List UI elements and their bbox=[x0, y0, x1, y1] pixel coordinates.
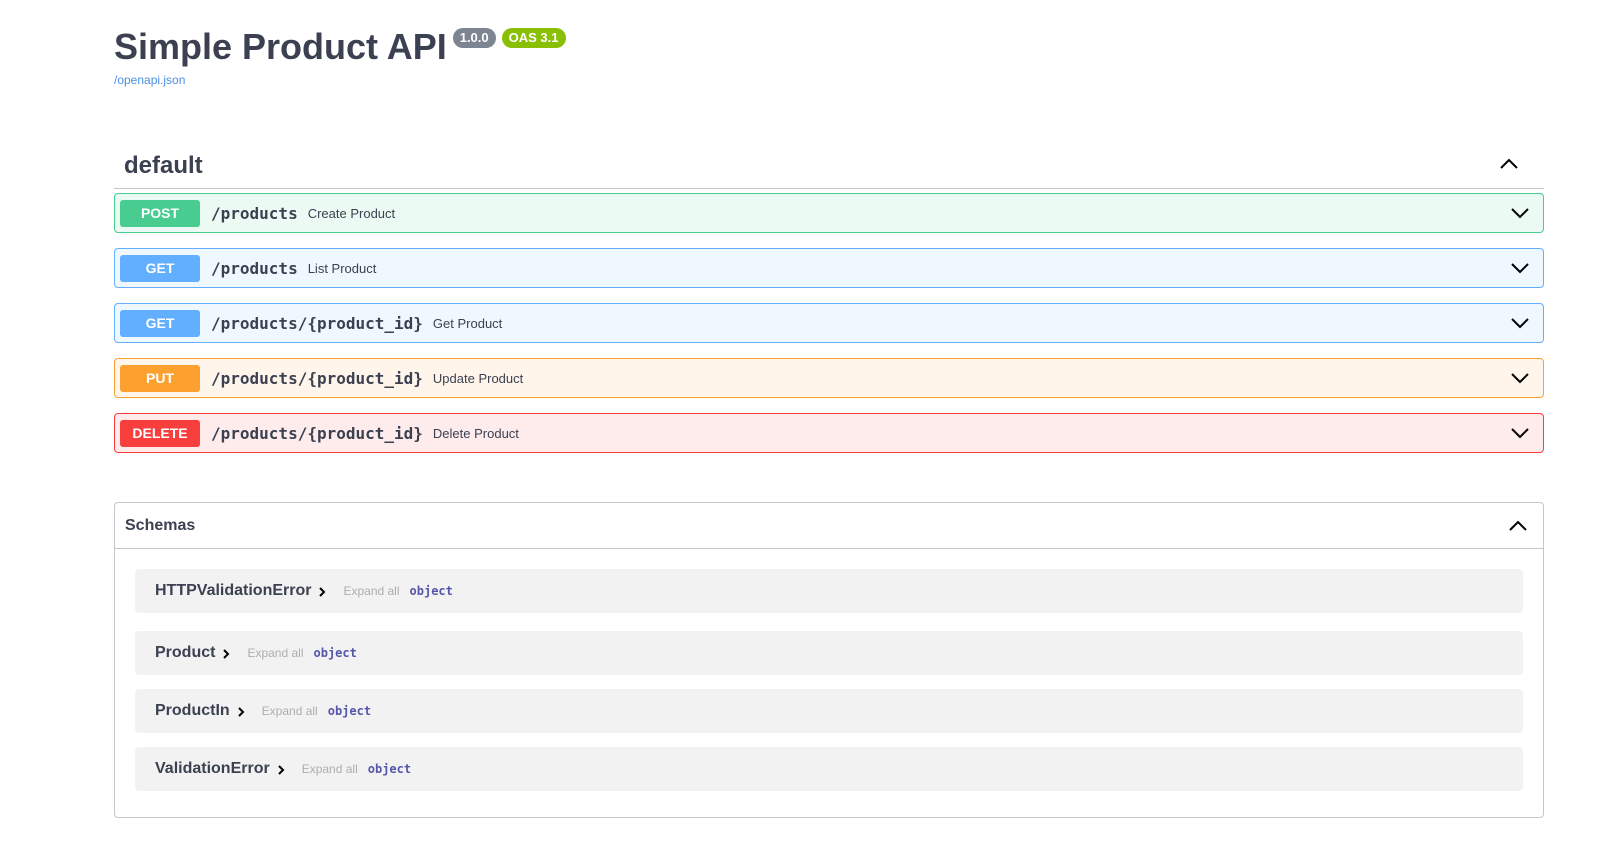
operation-summary: List Product bbox=[307, 260, 377, 276]
operation-summary: Get Product bbox=[432, 315, 503, 331]
schema-item-validationerror[interactable]: ValidationError Expand all object bbox=[135, 747, 1523, 791]
tag-collapse-button[interactable] bbox=[1494, 149, 1524, 179]
schemas-title: Schemas bbox=[125, 516, 196, 534]
operation-delete-product[interactable]: DELETE /products/{product_id} Delete Pro… bbox=[114, 413, 1544, 453]
method-badge: DELETE bbox=[120, 419, 200, 447]
expand-all-button[interactable]: Expand all bbox=[302, 762, 358, 776]
schemas-section: Schemas HTTPValidationError Expand all o… bbox=[114, 502, 1544, 818]
operation-summary: Update Product bbox=[432, 370, 524, 386]
operation-put-product[interactable]: PUT /products/{product_id} Update Produc… bbox=[114, 358, 1544, 398]
schema-name[interactable]: ValidationError bbox=[155, 760, 270, 778]
schema-name[interactable]: ProductIn bbox=[155, 702, 230, 720]
expand-all-button[interactable]: Expand all bbox=[262, 704, 318, 718]
oas-badge: OAS 3.1 bbox=[501, 28, 566, 48]
schema-type: object bbox=[409, 584, 453, 598]
expand-all-button[interactable]: Expand all bbox=[343, 584, 399, 598]
operation-get-products[interactable]: GET /products List Product bbox=[114, 248, 1544, 288]
schema-item-product[interactable]: Product Expand all object bbox=[135, 631, 1523, 675]
operations-list: POST /products Create Product GET /produ… bbox=[114, 193, 1544, 468]
schema-name[interactable]: HTTPValidationError bbox=[155, 582, 311, 600]
chevron-down-icon[interactable] bbox=[1509, 367, 1531, 389]
operation-path: /products bbox=[211, 203, 298, 223]
page-title: Simple Product API bbox=[114, 26, 447, 67]
schemas-collapse-button[interactable] bbox=[1503, 511, 1533, 541]
method-badge: GET bbox=[120, 254, 200, 282]
expand-all-button[interactable]: Expand all bbox=[247, 646, 303, 660]
operation-path: /products bbox=[211, 258, 298, 278]
tag-section-default[interactable]: default bbox=[114, 140, 1544, 189]
operation-path: /products/{product_id} bbox=[211, 313, 423, 333]
schema-item-productin[interactable]: ProductIn Expand all object bbox=[135, 689, 1523, 733]
method-badge: POST bbox=[120, 199, 200, 227]
chevron-down-icon[interactable] bbox=[1509, 422, 1531, 444]
operation-get-product-by-id[interactable]: GET /products/{product_id} Get Product bbox=[114, 303, 1544, 343]
title-row: Simple Product API 1.0.0 OAS 3.1 bbox=[114, 24, 1014, 70]
chevron-right-icon[interactable] bbox=[315, 585, 329, 599]
chevron-right-icon[interactable] bbox=[219, 647, 233, 661]
schema-type: object bbox=[367, 762, 412, 776]
schema-item-httpvalidationerror[interactable]: HTTPValidationError Expand all object bbox=[135, 569, 1523, 613]
chevron-down-icon[interactable] bbox=[1509, 312, 1531, 334]
schema-type: object bbox=[327, 704, 372, 718]
chevron-right-icon[interactable] bbox=[234, 705, 248, 719]
operation-path: /products/{product_id} bbox=[211, 423, 423, 443]
tag-title: default bbox=[124, 152, 203, 179]
method-badge: GET bbox=[120, 309, 200, 337]
schema-name[interactable]: Product bbox=[155, 644, 215, 662]
chevron-up-icon bbox=[1509, 520, 1527, 531]
schemas-header[interactable]: Schemas bbox=[115, 503, 1543, 549]
operation-post-products[interactable]: POST /products Create Product bbox=[114, 193, 1544, 233]
chevron-up-icon bbox=[1500, 158, 1518, 169]
chevron-right-icon[interactable] bbox=[274, 763, 288, 777]
operation-summary: Create Product bbox=[307, 205, 396, 221]
chevron-down-icon[interactable] bbox=[1509, 257, 1531, 279]
schema-list: HTTPValidationError Expand all object Pr… bbox=[115, 549, 1543, 791]
method-badge: PUT bbox=[120, 364, 200, 392]
chevron-down-icon[interactable] bbox=[1509, 202, 1531, 224]
schema-type: object bbox=[313, 646, 357, 660]
operation-summary: Delete Product bbox=[432, 425, 519, 441]
openapi-json-link[interactable]: /openapi.json bbox=[114, 73, 1014, 87]
api-info: Simple Product API 1.0.0 OAS 3.1 /openap… bbox=[114, 24, 1014, 94]
operation-path: /products/{product_id} bbox=[211, 368, 423, 388]
version-badge: 1.0.0 bbox=[452, 28, 496, 48]
